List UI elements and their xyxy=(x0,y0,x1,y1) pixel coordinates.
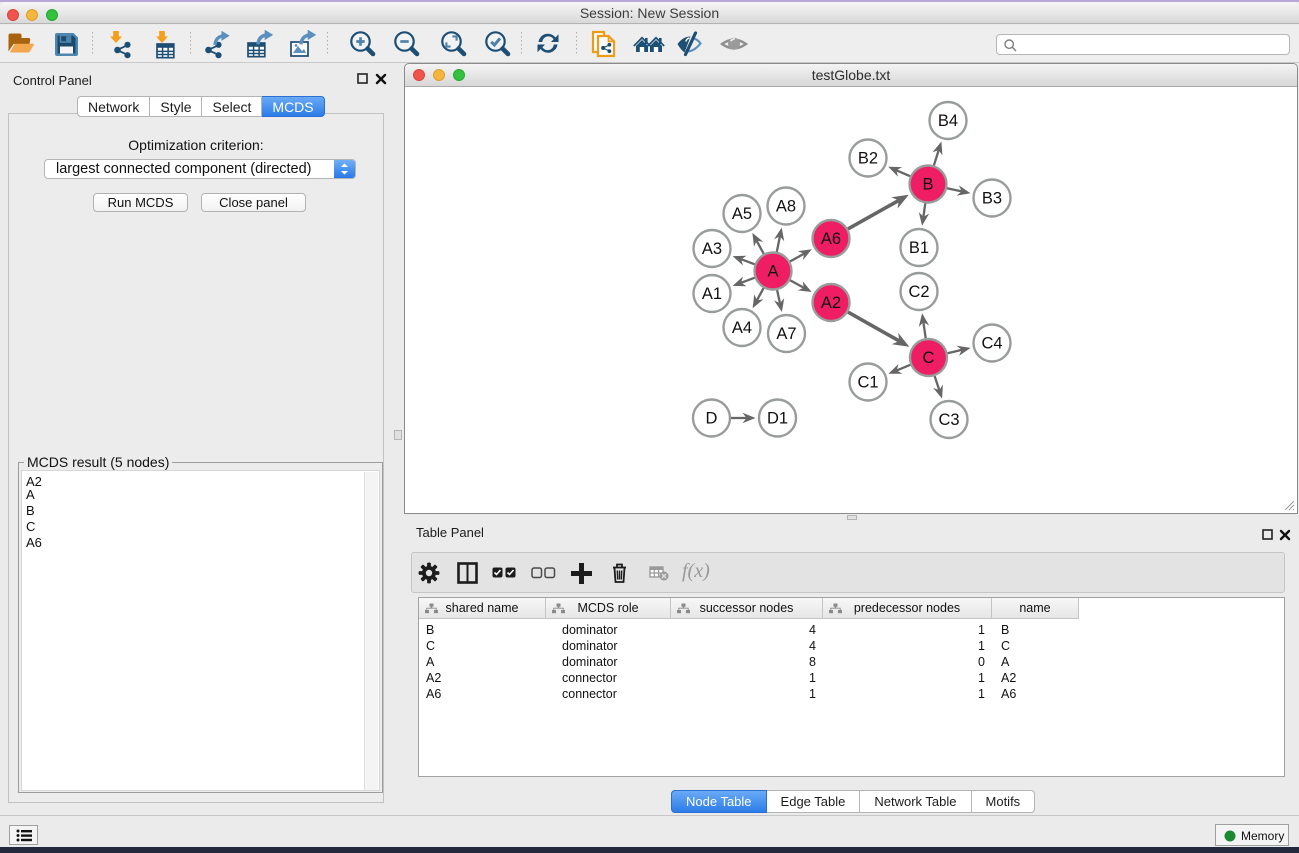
svg-text:B1: B1 xyxy=(909,239,929,257)
svg-text:A: A xyxy=(767,263,778,281)
svg-text:D: D xyxy=(706,410,718,428)
svg-text:A3: A3 xyxy=(702,240,722,258)
svg-text:A2: A2 xyxy=(821,294,841,312)
svg-text:B4: B4 xyxy=(938,112,958,130)
svg-text:C2: C2 xyxy=(908,283,929,301)
svg-text:C: C xyxy=(923,349,935,367)
svg-text:A1: A1 xyxy=(702,285,722,303)
svg-text:B3: B3 xyxy=(982,190,1002,208)
svg-text:A7: A7 xyxy=(776,325,796,343)
svg-text:A4: A4 xyxy=(732,319,752,337)
svg-text:B2: B2 xyxy=(858,150,878,168)
svg-text:A6: A6 xyxy=(821,230,841,248)
svg-text:D1: D1 xyxy=(767,410,788,428)
svg-text:A5: A5 xyxy=(732,205,752,223)
svg-text:C4: C4 xyxy=(981,335,1002,353)
svg-text:C1: C1 xyxy=(857,374,878,392)
svg-text:B: B xyxy=(922,176,933,194)
svg-text:C3: C3 xyxy=(938,411,959,429)
svg-text:A8: A8 xyxy=(776,198,796,216)
